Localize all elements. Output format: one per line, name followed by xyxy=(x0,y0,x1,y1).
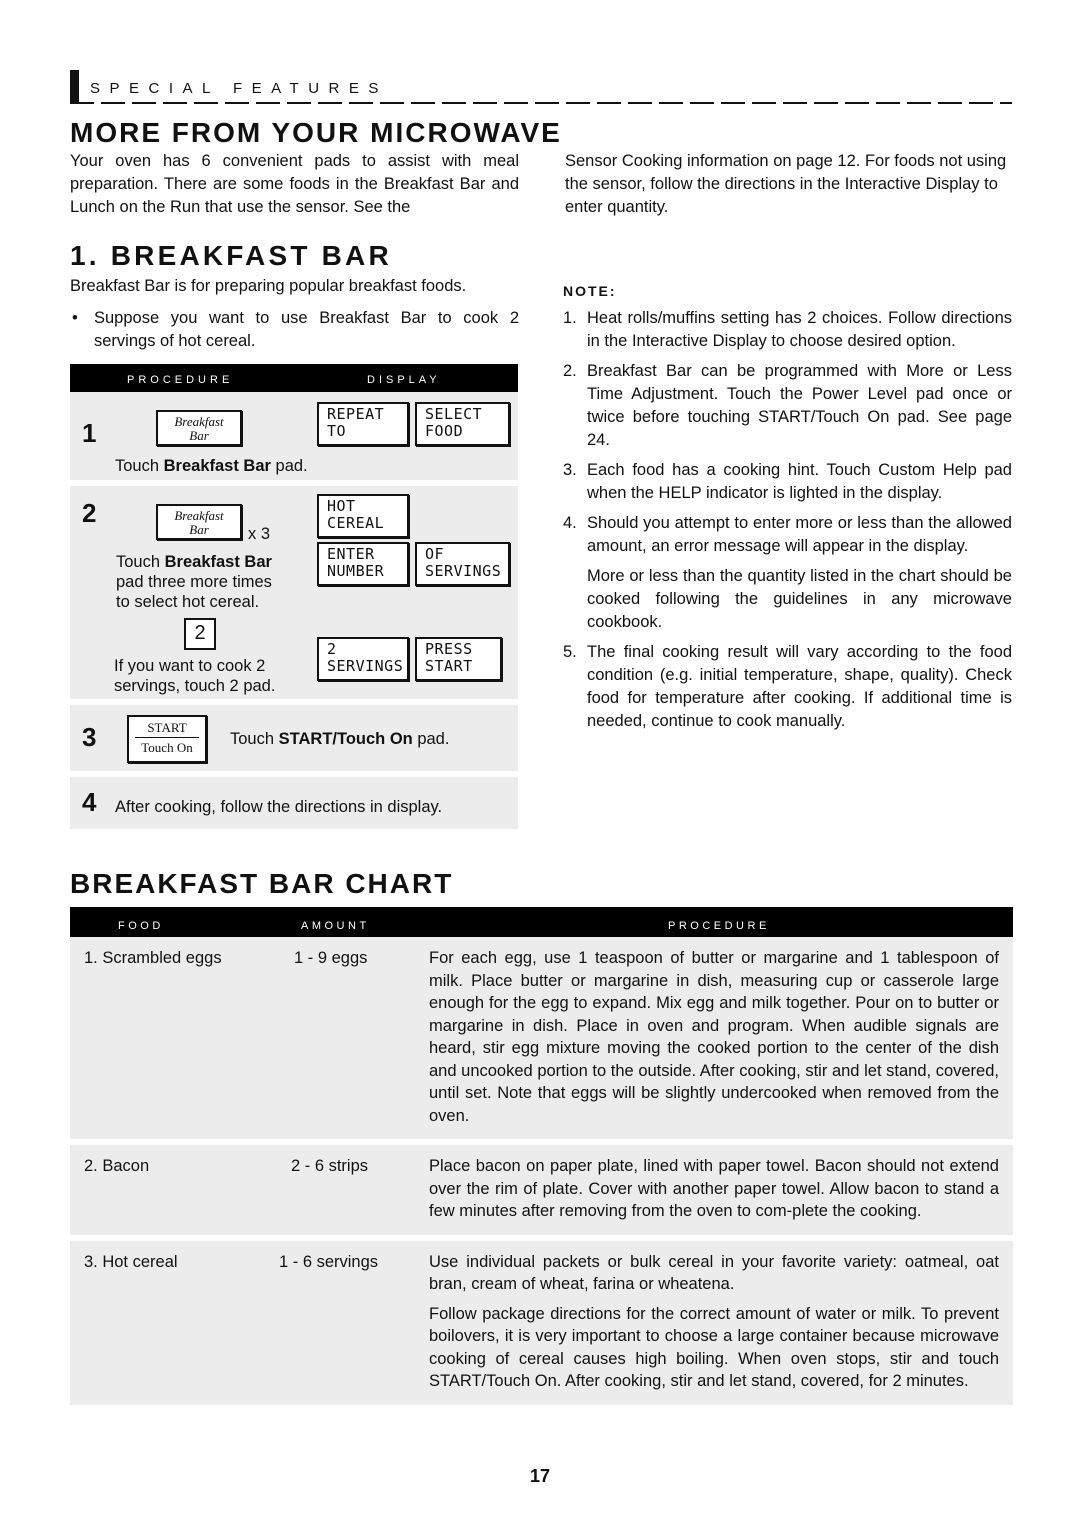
section-header-text: SPECIAL FEATURES xyxy=(90,80,388,97)
start-touch-on-pad[interactable]: START Touch On xyxy=(127,715,207,763)
pad-label-line1: Breakfast xyxy=(174,508,224,523)
chart-cell-amount: 1 - 9 eggs xyxy=(294,949,368,967)
breakfast-bar-chart: FOOD AMOUNT PROCEDURE 1. Scrambled eggs 1… xyxy=(70,907,1013,1411)
notes-list: 1. Heat rolls/muffins setting has 2 choic… xyxy=(563,307,1012,740)
header-food: FOOD xyxy=(118,920,164,932)
procedure-paragraph: Follow package directions for the correc… xyxy=(429,1304,999,1391)
chart-title: BREAKFAST BAR CHART xyxy=(70,868,454,899)
header-procedure: PROCEDURE xyxy=(127,374,234,386)
pad-label-line2: Bar xyxy=(189,522,209,537)
breakfast-bar-pad[interactable]: Breakfast Bar xyxy=(156,504,242,540)
step-2-text: Touch Breakfast Bar pad three more times… xyxy=(116,553,272,611)
chart-cell-procedure: Use individual packets or bulk cereal in… xyxy=(429,1241,1013,1405)
procedure-paragraph: Use individual packets or bulk cereal in… xyxy=(429,1252,999,1294)
note-item: 1. Heat rolls/muffins setting has 2 choic… xyxy=(563,309,1012,350)
chart-cell-food: 3. Hot cereal xyxy=(84,1252,178,1271)
step-4-text: After cooking, follow the directions in … xyxy=(115,798,443,816)
breakfast-bar-bullet: • Suppose you want to use Breakfast Bar … xyxy=(70,307,519,353)
procedure-table-header: PROCEDURE DISPLAY xyxy=(70,364,518,392)
chart-row: 3. Hot cereal 1 - 6 servings Use individua… xyxy=(70,1240,1013,1405)
chart-cell-procedure: For each egg, use 1 teaspoon of butter o… xyxy=(429,937,1013,1139)
page-title: MORE FROM YOUR MICROWAVE xyxy=(70,117,562,148)
intro-text-left: Your oven has 6 convenient pads to assis… xyxy=(70,152,519,216)
note-item: 2. Breakfast Bar can be programmed with M… xyxy=(563,362,1012,449)
chart-cell-procedure: Place bacon on paper plate, lined with p… xyxy=(429,1145,1013,1235)
note-title: NOTE: xyxy=(563,283,617,299)
section-header-rule xyxy=(70,102,1012,104)
note-item: 5. The final cooking result will vary acc… xyxy=(563,643,1012,730)
chart-row: 2. Bacon 2 - 6 strips Place bacon on paper… xyxy=(70,1145,1013,1235)
multiplier-text: x 3 xyxy=(248,525,271,543)
step-number: 2 xyxy=(82,498,97,528)
section-header-bar xyxy=(70,70,79,104)
display-press-start: PRESS START xyxy=(415,637,502,681)
page-number: 17 xyxy=(529,1466,551,1486)
header-amount: AMOUNT xyxy=(301,920,370,932)
display-of-servings: OF SERVINGS xyxy=(415,542,510,586)
display-select-food: SELECT FOOD xyxy=(415,402,510,446)
procedure-step-3: 3 START Touch On Touch START/Touch On pa… xyxy=(70,705,518,771)
display-repeat-to: REPEAT TO xyxy=(317,402,409,446)
bullet-icon: • xyxy=(72,309,78,327)
step-1-text: Touch Breakfast Bar pad. xyxy=(115,457,308,475)
step-number: 4 xyxy=(82,787,97,817)
header-procedure: PROCEDURE xyxy=(668,920,770,932)
note-item: 4. Should you attempt to enter more or le… xyxy=(563,512,1012,634)
display-2-servings: 2 SERVINGS xyxy=(317,637,409,681)
chart-cell-food: 1. Scrambled eggs xyxy=(84,949,222,967)
chart-cell-food: 2. Bacon xyxy=(84,1157,150,1175)
pad-label-line2: Touch On xyxy=(141,740,193,755)
note-item: 3. Each food has a cooking hint. Touch Cu… xyxy=(563,461,1012,502)
display-hot-cereal: HOT CEREAL xyxy=(317,494,409,538)
step-3-text: Touch START/Touch On pad. xyxy=(230,730,450,748)
display-enter-number: ENTER NUMBER xyxy=(317,542,409,586)
pad-label-line1: START xyxy=(135,721,199,738)
intro-text-right: Sensor Cooking information on page 12. F… xyxy=(565,152,1007,216)
number-pad-text: If you want to cook 2 servings, touch 2 … xyxy=(114,657,276,695)
section-header: SPECIAL FEATURES xyxy=(70,70,1012,106)
chart-header: FOOD AMOUNT PROCEDURE xyxy=(70,907,1013,937)
breakfast-bar-title: 1. BREAKFAST BAR xyxy=(70,240,392,271)
chart-cell-amount: 2 - 6 strips xyxy=(291,1157,369,1175)
note-item-extra: More or less than the quantity listed in… xyxy=(587,567,1012,631)
procedure-table: PROCEDURE DISPLAY 1 Breakfast Bar REPEAT… xyxy=(70,364,518,835)
procedure-step-1: 1 Breakfast Bar REPEAT TO SELECT FOOD To… xyxy=(70,392,518,480)
number-pad-2[interactable]: 2 xyxy=(184,618,216,650)
pad-label-line2: Bar xyxy=(189,428,209,443)
pad-label-line1: Breakfast xyxy=(174,414,224,429)
step-number: 1 xyxy=(82,418,97,448)
header-display: DISPLAY xyxy=(367,374,441,386)
breakfast-bar-description: Breakfast Bar is for preparing popular b… xyxy=(70,277,467,295)
breakfast-bar-pad[interactable]: Breakfast Bar xyxy=(156,410,242,446)
procedure-step-2: 2 Breakfast Bar x 3 Touch Breakfast Bar … xyxy=(70,486,518,699)
procedure-paragraph: Place bacon on paper plate, lined with p… xyxy=(429,1157,999,1220)
chart-cell-amount: 1 - 6 servings xyxy=(279,1252,379,1271)
step-number: 3 xyxy=(82,722,97,752)
bullet-text: Suppose you want to use Breakfast Bar to… xyxy=(94,309,519,350)
procedure-paragraph: For each egg, use 1 teaspoon of butter o… xyxy=(429,949,999,1125)
procedure-step-4: 4 After cooking, follow the directions i… xyxy=(70,777,518,829)
chart-row: 1. Scrambled eggs 1 - 9 eggs For each egg,… xyxy=(70,937,1013,1139)
